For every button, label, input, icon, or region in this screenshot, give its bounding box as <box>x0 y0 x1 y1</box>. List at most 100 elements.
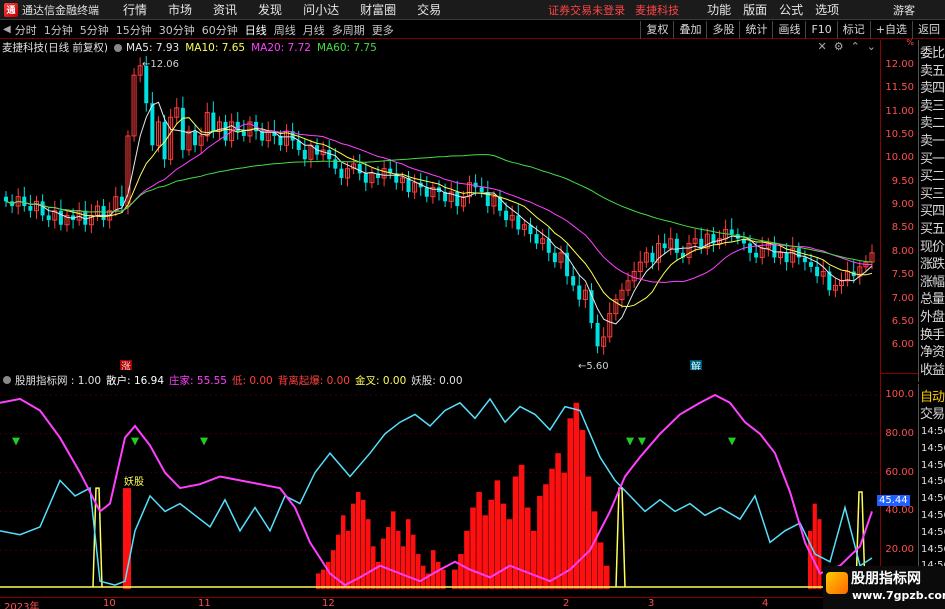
dealer-bar <box>512 476 519 589</box>
dealer-bar <box>549 468 555 589</box>
menu-item-quotes[interactable]: 行情 <box>123 1 147 18</box>
tool-multi-stock[interactable]: 多股 <box>706 21 739 39</box>
candle-body-down <box>748 243 753 253</box>
retail-value: 散户: 16.94 <box>106 374 165 387</box>
menu-item-market[interactable]: 市场 <box>168 1 192 18</box>
dealer-bar <box>441 569 446 589</box>
period-intraday[interactable]: 分时 <box>15 22 37 38</box>
tool-stats[interactable]: 统计 <box>739 21 772 39</box>
guest-label[interactable]: 游客 <box>893 2 915 18</box>
menu-item-discover[interactable]: 发现 <box>258 1 282 18</box>
period-5min[interactable]: 5分钟 <box>80 22 109 38</box>
price-tick-label: 10.50 <box>885 128 914 140</box>
menu-item-layout[interactable]: 版面 <box>743 1 767 18</box>
menu-item-news[interactable]: 资讯 <box>213 1 237 18</box>
dealer-bar <box>452 569 458 589</box>
dealer-bar <box>351 503 356 589</box>
chevron-up-icon[interactable]: ⌃ <box>851 40 860 53</box>
dealer-bar <box>401 546 406 589</box>
candlestick-chart[interactable]: ←12.06 ←5.60 涨 解 <box>0 55 880 370</box>
candle-body-down <box>650 252 655 263</box>
date-tick-label: 2023年 <box>4 602 40 609</box>
indicator-chart[interactable]: 妖股 <box>0 387 880 597</box>
period-daily[interactable]: 日线 <box>245 22 267 38</box>
candle-body-down <box>577 285 582 300</box>
dealer-bar <box>341 515 346 589</box>
time-label: 14:56 <box>921 459 945 471</box>
tool-adjust[interactable]: 复权 <box>640 21 673 39</box>
ma60-line <box>5 154 873 263</box>
watermark-url: www.7gpzb.com <box>852 589 945 602</box>
tool-f10[interactable]: F10 <box>805 21 836 39</box>
ma60-label: MA60: 7.75 <box>316 41 377 54</box>
date-axis: 2023年 10 11 12 2 3 4 <box>0 597 880 609</box>
stock-name-header: 麦捷科技 <box>635 3 680 17</box>
period-weekly[interactable]: 周线 <box>274 22 296 38</box>
order-panel-item: 买五 <box>920 222 945 237</box>
menu-item-ask[interactable]: 问小达 <box>303 1 339 18</box>
period-15min[interactable]: 15分钟 <box>116 22 152 38</box>
order-panel-item: 卖三 <box>920 98 945 114</box>
period-more[interactable]: 更多 <box>372 22 394 38</box>
date-tick-label: 2 <box>563 598 570 609</box>
candle-body-down <box>223 121 228 141</box>
dealer-bar <box>386 526 391 589</box>
candle-body-down <box>479 187 484 193</box>
menu-item-wealth[interactable]: 财富圈 <box>360 1 396 18</box>
period-multi[interactable]: 多周期 <box>332 22 365 38</box>
dealer-bar <box>411 534 416 589</box>
dealer-bar <box>391 511 396 589</box>
order-panel-item: 收益 <box>920 362 945 378</box>
period-60min[interactable]: 60分钟 <box>202 22 238 38</box>
candle-body-down <box>815 266 820 277</box>
tool-mark[interactable]: 标记 <box>836 21 870 39</box>
candle-body-down <box>516 215 521 230</box>
price-tick-label: 11.50 <box>885 82 914 94</box>
time-label: 14:56 <box>921 476 945 488</box>
dealer-bar <box>346 530 351 589</box>
candle-body-down <box>455 192 460 207</box>
period-monthly[interactable]: 月线 <box>303 22 325 38</box>
menu-item-options[interactable]: 选项 <box>815 1 839 18</box>
date-tick-label: 11 <box>198 598 211 609</box>
gear-icon[interactable]: ⚙ <box>834 40 844 53</box>
up-marker-label: 涨 <box>121 361 131 370</box>
buy-signal-icon <box>200 437 208 446</box>
period-1min[interactable]: 1分钟 <box>44 22 73 38</box>
candle-body-down <box>333 159 338 169</box>
chevron-down-icon[interactable]: ⌄ <box>867 40 876 53</box>
price-tick-label: 10.00 <box>885 152 914 164</box>
order-panel-item: 现价 <box>920 239 945 255</box>
candle-body-down <box>22 196 27 207</box>
dealer-bar <box>597 542 604 589</box>
date-tick-label: 4 <box>762 598 769 609</box>
tool-add-watchlist[interactable]: +自选 <box>869 21 912 39</box>
candle-body-down <box>662 243 667 249</box>
dealer-bar <box>500 503 507 589</box>
tool-draw[interactable]: 画线 <box>772 21 805 39</box>
period-30min[interactable]: 30分钟 <box>159 22 195 38</box>
menu-item-function[interactable]: 功能 <box>707 1 731 18</box>
menu-item-trade[interactable]: 交易 <box>417 1 441 18</box>
dealer-bar <box>470 507 476 589</box>
login-notice[interactable]: 证券交易未登录 <box>548 2 625 18</box>
indicator-dot-icon[interactable] <box>114 43 123 52</box>
watermark: 股朋指标网 www.7gpzb.com <box>823 566 945 609</box>
tool-back[interactable]: 返回 <box>912 21 945 39</box>
buy-signal-icon <box>638 437 646 446</box>
dealer-bar <box>482 515 488 589</box>
chevron-left-icon[interactable]: ◀ <box>3 24 11 35</box>
dealer-bar <box>537 495 543 589</box>
dealer-value: 庄家: 55.55 <box>169 374 227 387</box>
close-panel-icon[interactable]: ✕ <box>817 40 826 53</box>
indicator-dot-icon[interactable] <box>3 376 11 384</box>
dealer-bar <box>381 538 386 589</box>
candle-body-down <box>193 131 198 146</box>
period-toolbar: ◀ 分时 1分钟 5分钟 15分钟 30分钟 60分钟 日线 周线 月线 多周期… <box>0 21 945 39</box>
low-price-label: ←5.60 <box>578 361 609 370</box>
candle-body-down <box>552 252 557 263</box>
order-panel-item: 卖五 <box>920 63 945 79</box>
tool-overlay[interactable]: 叠加 <box>673 21 706 39</box>
menu-item-formula[interactable]: 公式 <box>779 1 803 18</box>
trade-label[interactable]: 交易 <box>920 403 945 422</box>
